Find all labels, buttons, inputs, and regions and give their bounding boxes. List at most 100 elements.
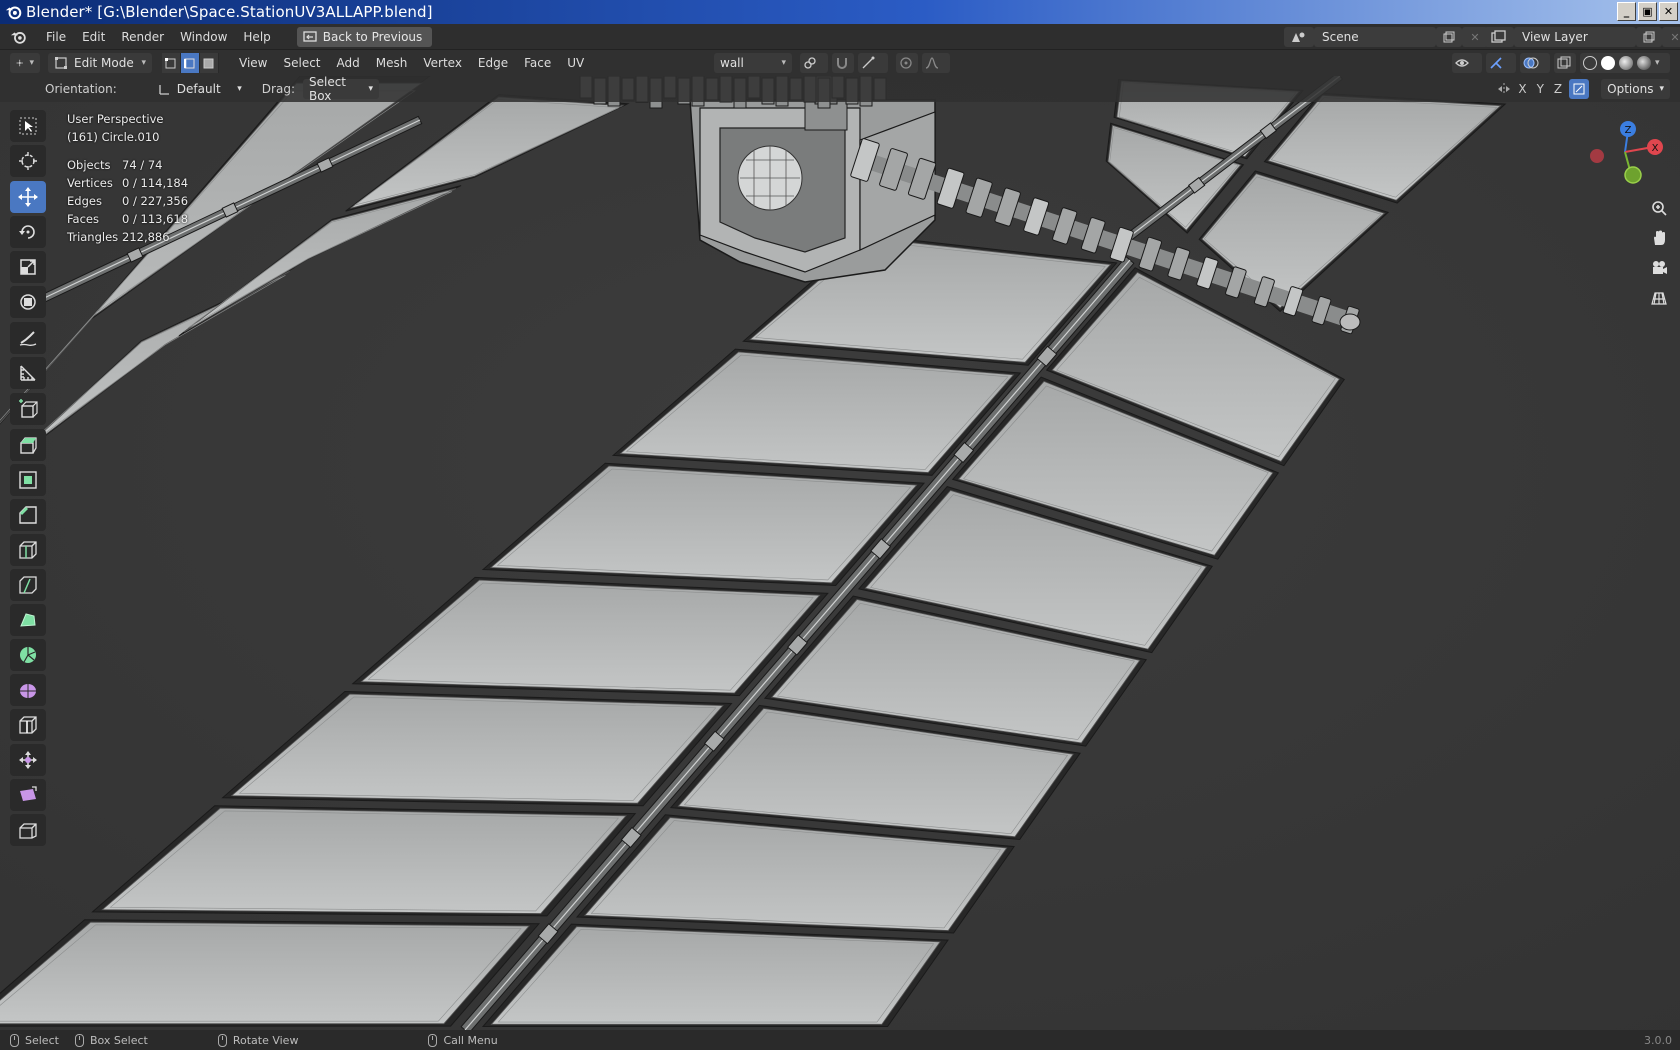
viewport-scene[interactable]: [0, 76, 1680, 1030]
minimize-button[interactable]: _: [1617, 2, 1636, 21]
menu-uv[interactable]: UV: [559, 56, 592, 70]
camera-view-button[interactable]: [1645, 254, 1673, 282]
inset-icon: [19, 471, 37, 489]
3d-viewport[interactable]: [0, 76, 1680, 1030]
menu-select[interactable]: Select: [275, 56, 328, 70]
rotate-tool[interactable]: [10, 216, 46, 248]
top-menu-bar: File Edit Render Window Help Back to Pre…: [0, 24, 1680, 50]
menu-edit[interactable]: Edit: [74, 24, 113, 50]
rip-region-tool[interactable]: [10, 814, 46, 846]
delete-view-layer-button[interactable]: ✕: [1662, 27, 1680, 47]
close-button[interactable]: ✕: [1659, 2, 1678, 21]
overlays-icon: [1523, 57, 1539, 69]
editor-type-dropdown[interactable]: ▾: [10, 53, 40, 73]
measure-tool[interactable]: [10, 357, 46, 389]
version-label: 3.0.0: [1644, 1033, 1672, 1047]
xray-toggle[interactable]: [1554, 53, 1576, 73]
auto-merge-toggle[interactable]: [1569, 79, 1590, 99]
inset-faces-tool[interactable]: [10, 464, 46, 496]
chevron-down-icon: ▾: [237, 84, 242, 94]
zoom-icon: [1652, 201, 1667, 216]
move-tool[interactable]: [10, 181, 46, 213]
edge-select-mode-button[interactable]: [181, 53, 200, 73]
navigation-gizmo[interactable]: Z X: [1585, 112, 1665, 192]
menu-help[interactable]: Help: [235, 24, 278, 50]
menu-render[interactable]: Render: [113, 24, 172, 50]
menu-face[interactable]: Face: [516, 56, 559, 70]
edge-slide-tool[interactable]: [10, 709, 46, 741]
orientation-dropdown[interactable]: Default ▾: [152, 79, 248, 99]
mirror-x-toggle[interactable]: X: [1515, 82, 1529, 96]
new-scene-button[interactable]: [1436, 27, 1462, 47]
perspective-toggle-button[interactable]: [1645, 284, 1673, 312]
pivot-point-dropdown[interactable]: [800, 53, 828, 73]
vertex-select-mode-button[interactable]: [162, 53, 181, 73]
gizmo-neg-x-icon[interactable]: [1590, 149, 1604, 163]
gizmo-y-axis-icon[interactable]: [1624, 166, 1642, 184]
spin-tool[interactable]: [10, 639, 46, 671]
material-shading-icon[interactable]: [1619, 56, 1633, 70]
poly-build-tool[interactable]: [10, 604, 46, 636]
back-to-previous-label: Back to Previous: [322, 29, 423, 44]
mirror-y-toggle[interactable]: Y: [1534, 82, 1547, 96]
transform-tool[interactable]: [10, 286, 46, 318]
menu-window[interactable]: Window: [172, 24, 235, 50]
menu-vertex[interactable]: Vertex: [415, 56, 470, 70]
shear-tool[interactable]: [10, 779, 46, 811]
object-visibility-dropdown[interactable]: [1452, 53, 1482, 73]
options-dropdown[interactable]: Options ▾: [1601, 79, 1670, 99]
annotate-tool[interactable]: [10, 322, 46, 354]
view-layer-browse-button[interactable]: [1484, 27, 1514, 47]
select-box-icon: [19, 117, 37, 135]
shrink-fatten-tool[interactable]: [10, 744, 46, 776]
cursor-tool[interactable]: [10, 145, 46, 177]
status-box-select-hint: Box Select: [74, 1033, 148, 1047]
scene-name-field[interactable]: Scene: [1314, 27, 1436, 47]
proportional-edit-toggle[interactable]: [896, 53, 918, 73]
knife-tool[interactable]: [10, 569, 46, 601]
new-view-layer-button[interactable]: [1636, 27, 1662, 47]
smooth-tool[interactable]: [10, 674, 46, 706]
menu-add[interactable]: Add: [329, 56, 368, 70]
menu-file[interactable]: File: [38, 24, 74, 50]
gizmos-dropdown[interactable]: [1486, 53, 1516, 73]
edit-mode-icon: [55, 57, 67, 69]
loop-cut-tool[interactable]: [10, 534, 46, 566]
rendered-shading-icon[interactable]: [1637, 56, 1651, 70]
mirror-z-toggle[interactable]: Z: [1551, 82, 1565, 96]
extrude-region-tool[interactable]: [10, 429, 46, 461]
select-box-tool[interactable]: [10, 110, 46, 142]
3d-viewport-icon: [16, 59, 23, 67]
view-layer-name-field[interactable]: View Layer: [1514, 27, 1636, 47]
close-icon: ✕: [1670, 30, 1680, 44]
solid-shading-icon[interactable]: [1601, 56, 1615, 70]
scale-tool[interactable]: [10, 251, 46, 283]
drag-dropdown[interactable]: Select Box ▾: [302, 75, 379, 103]
bevel-tool[interactable]: [10, 499, 46, 531]
face-select-mode-button[interactable]: [200, 53, 219, 73]
material-slot-dropdown[interactable]: wall ▾: [714, 53, 792, 73]
proportional-falloff-dropdown[interactable]: [922, 53, 950, 73]
snap-toggle[interactable]: [832, 53, 854, 73]
wireframe-shading-icon[interactable]: [1583, 56, 1597, 70]
arm-tip[interactable]: [1339, 313, 1361, 331]
bevel-icon: [19, 506, 37, 524]
orientation-icon: [159, 84, 169, 95]
snap-target-dropdown[interactable]: [858, 53, 888, 73]
mode-dropdown[interactable]: Edit Mode ▾: [48, 53, 152, 73]
overlays-dropdown[interactable]: [1520, 53, 1550, 73]
add-cube-tool[interactable]: [10, 393, 46, 425]
menu-view[interactable]: View: [231, 56, 275, 70]
zoom-button[interactable]: [1645, 194, 1673, 222]
scene-browse-button[interactable]: [1284, 27, 1314, 47]
blender-menu-icon[interactable]: [10, 28, 28, 46]
chevron-down-icon[interactable]: ▾: [1655, 58, 1660, 68]
shear-icon: [20, 786, 37, 801]
menu-mesh[interactable]: Mesh: [368, 56, 416, 70]
restore-button[interactable]: ▣: [1638, 2, 1657, 21]
shrink-fatten-icon: [19, 751, 37, 769]
falloff-curve-icon: [925, 57, 939, 69]
back-to-previous-button[interactable]: Back to Previous: [296, 26, 433, 47]
pan-button[interactable]: [1645, 224, 1673, 252]
menu-edge[interactable]: Edge: [470, 56, 516, 70]
